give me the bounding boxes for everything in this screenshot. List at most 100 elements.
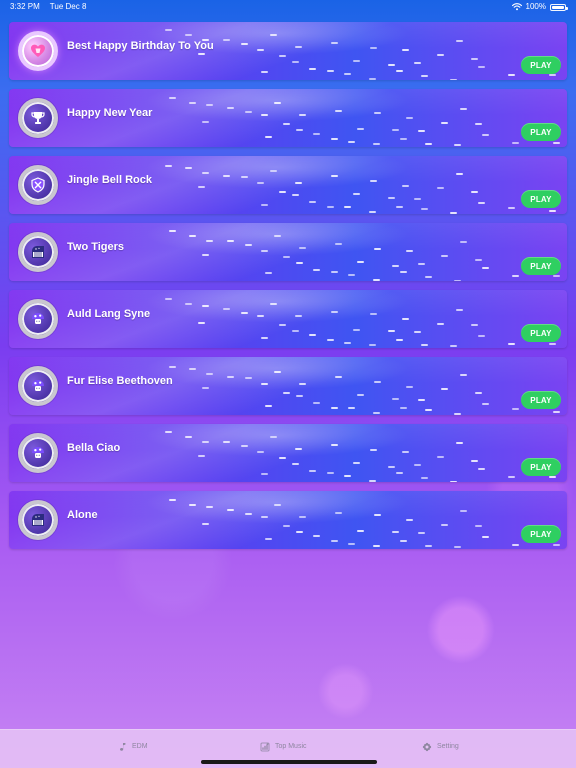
play-button[interactable]: PLAY (521, 190, 561, 208)
sparkle-dot (450, 79, 457, 80)
song-card[interactable]: Alone PLAY (9, 491, 567, 549)
sparkle-dot (189, 504, 196, 506)
sparkle-dot (257, 451, 264, 453)
mushroom-icon (29, 310, 47, 328)
sparkle-dot (331, 407, 338, 409)
play-button[interactable]: PLAY (521, 525, 561, 543)
sparkle-dot (508, 343, 515, 345)
sparkle-dot (265, 272, 272, 274)
song-card[interactable]: Fur Elise Beethoven PLAY (9, 357, 567, 415)
sparkle-dot (265, 405, 272, 407)
sparkle-dot (309, 470, 316, 472)
sparkle-dot (198, 455, 205, 457)
sparkle-dot (374, 381, 381, 383)
sparkle-dot (437, 323, 444, 325)
sparkle-dot (295, 182, 302, 184)
play-button[interactable]: PLAY (521, 324, 561, 342)
sparkle-dot (257, 182, 264, 184)
song-card[interactable]: Bella Ciao PLAY (9, 424, 567, 482)
sparkle-dot (348, 407, 355, 409)
sparkle-dot (357, 128, 364, 130)
sparkle-dot (223, 175, 230, 177)
song-title: Fur Elise Beethoven (67, 375, 173, 387)
sparkle-dot (396, 70, 403, 72)
sparkle-dot (406, 117, 413, 119)
sparkle-dot (270, 34, 277, 36)
sparkle-dot (348, 543, 355, 545)
sparkle-dot (475, 392, 482, 394)
sparkle-dot (441, 388, 448, 390)
tab-label-edm: EDM (132, 743, 148, 750)
sparkle-dot (331, 444, 338, 446)
sparkle-dot (370, 449, 377, 451)
play-button[interactable]: PLAY (521, 458, 561, 476)
sparkle-dot (482, 536, 489, 538)
sparkle-dot (454, 413, 461, 415)
song-card[interactable]: Auld Lang Syne PLAY (9, 290, 567, 348)
sparkle-dot (402, 49, 409, 51)
sparkle-dot (478, 202, 485, 204)
song-badge (16, 498, 60, 542)
sparkle-dot (313, 535, 320, 537)
sparkle-dot (369, 480, 376, 482)
sparkle-dot (456, 173, 463, 175)
sparkle-dot (353, 329, 360, 331)
sparkle-dot (202, 254, 209, 256)
sparkle-dot (241, 43, 248, 45)
tab-setting[interactable]: Setting (422, 740, 459, 754)
sparkle-dot (245, 513, 252, 515)
sparkle-dot (227, 240, 234, 242)
bottom-tab-bar: EDM Top Music Setting (0, 729, 576, 768)
status-date: Tue Dec 8 (49, 2, 87, 11)
sparkle-dot (206, 240, 213, 242)
play-button[interactable]: PLAY (521, 123, 561, 141)
sparkle-dot (245, 244, 252, 246)
sparkle-dot (261, 71, 268, 73)
sparkle-dot (331, 540, 338, 542)
play-button[interactable]: PLAY (521, 56, 561, 74)
sparkle-dot (549, 210, 556, 212)
sparkle-dot (549, 343, 556, 345)
sparkle-dot (396, 206, 403, 208)
song-card[interactable]: Two Tigers PLAY (9, 223, 567, 281)
song-title: Two Tigers (67, 241, 125, 253)
sparkle-dot (456, 40, 463, 42)
sparkle-dot (331, 138, 338, 140)
sparkle-dot (460, 510, 467, 512)
mushroom-icon (29, 377, 47, 395)
sparkle-dot (369, 211, 376, 213)
sparkle-dot (261, 337, 268, 339)
sparkle-dot (512, 142, 519, 144)
sparkle-dot (357, 530, 364, 532)
play-button[interactable]: PLAY (521, 257, 561, 275)
sparkle-dot (392, 398, 399, 400)
song-badge (16, 431, 60, 475)
sparkle-dot (279, 191, 286, 193)
sparkle-dot (283, 123, 290, 125)
sparkle-dot (296, 395, 303, 397)
sparkle-dot (227, 509, 234, 511)
song-card[interactable]: Happy New Year PLAY (9, 89, 567, 147)
sparkle-dot (245, 111, 252, 113)
sparkle-dot (165, 29, 172, 31)
sparkle-dot (406, 250, 413, 252)
song-title: Alone (67, 509, 98, 521)
wifi-icon (511, 3, 522, 11)
tab-edm[interactable]: EDM (117, 740, 148, 754)
sparkle-dot (425, 409, 432, 411)
sparkle-dot (313, 269, 320, 271)
song-card[interactable]: Jingle Bell Rock PLAY (9, 156, 567, 214)
sparkle-dot (454, 546, 461, 548)
sparkle-dot (475, 123, 482, 125)
sparkle-dot (223, 308, 230, 310)
sparkle-dot (374, 514, 381, 516)
sparkle-dot (478, 468, 485, 470)
status-right: 100% (511, 0, 568, 14)
tab-top-music[interactable]: Top Music (260, 740, 307, 754)
sparkle-dot (392, 531, 399, 533)
play-button[interactable]: PLAY (521, 391, 561, 409)
sparkle-dot (265, 538, 272, 540)
sparkle-dot (374, 248, 381, 250)
song-badge (16, 297, 60, 341)
song-card[interactable]: Best Happy Birthday To You PLAY (9, 22, 567, 80)
